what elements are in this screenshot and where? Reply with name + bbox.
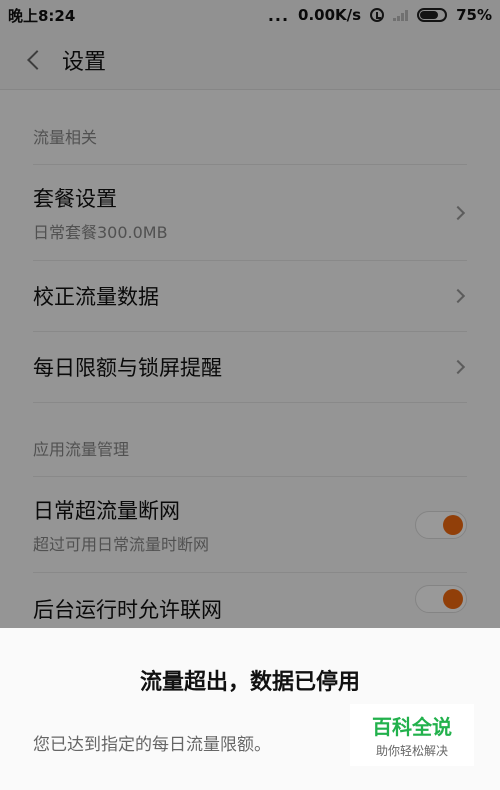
watermark-main: 百科全说	[372, 715, 452, 739]
watermark-logo: 百科全说 助你轻松解决	[350, 704, 474, 766]
watermark-sub: 助你轻松解决	[375, 744, 448, 758]
dialog-message: 您已达到指定的每日流量限额。	[33, 735, 271, 755]
dialog-title: 流量超出，数据已停用	[139, 670, 360, 695]
modal-overlay[interactable]	[0, 0, 500, 628]
